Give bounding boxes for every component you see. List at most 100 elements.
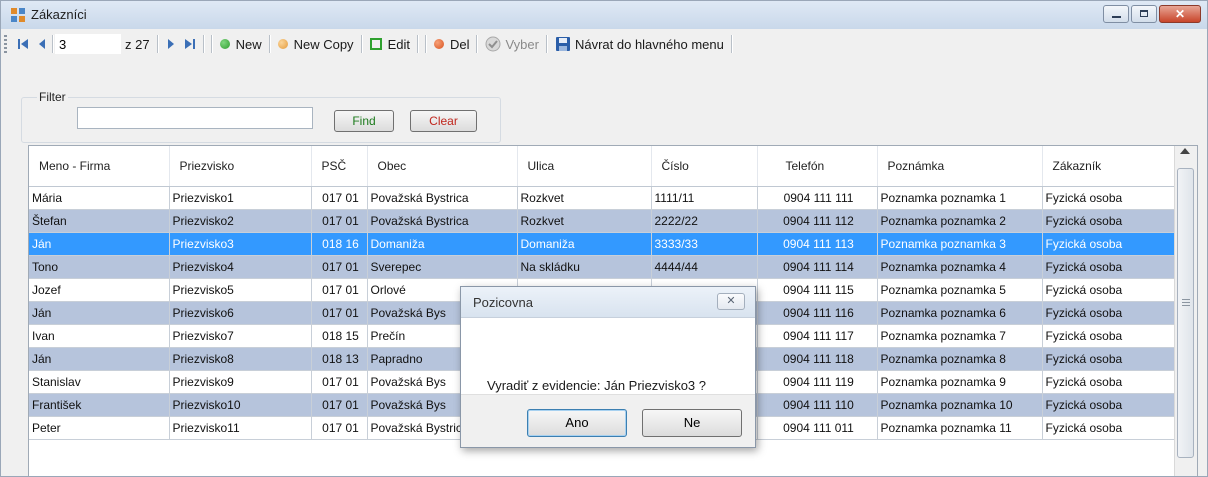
- cell-note[interactable]: Poznamka poznamka 8: [877, 347, 1043, 371]
- new-button[interactable]: New: [216, 33, 266, 55]
- cell-surname[interactable]: Priezvisko3: [169, 232, 312, 256]
- cell-surname[interactable]: Priezvisko9: [169, 370, 312, 394]
- cell-phone[interactable]: 0904 111 116: [757, 301, 878, 325]
- title-bar[interactable]: Zákazníci ✕: [1, 1, 1207, 29]
- cell-note[interactable]: Poznamka poznamka 6: [877, 301, 1043, 325]
- cell-phone[interactable]: 0904 111 117: [757, 324, 878, 348]
- cell-first-name[interactable]: František: [29, 393, 170, 417]
- cell-zip[interactable]: 017 01: [311, 278, 368, 302]
- cell-phone[interactable]: 0904 111 111: [757, 186, 878, 210]
- cell-number[interactable]: 3333/33: [651, 232, 758, 256]
- cell-first-name[interactable]: Ivan: [29, 324, 170, 348]
- cell-customer-type[interactable]: Fyzická osoba: [1042, 324, 1176, 348]
- cell-street[interactable]: Rozkvet: [517, 186, 652, 210]
- column-header[interactable]: PSČ: [311, 146, 368, 187]
- cell-first-name[interactable]: Ján: [29, 232, 170, 256]
- column-header[interactable]: Poznámka: [877, 146, 1043, 187]
- select-button[interactable]: Vyber: [481, 33, 542, 55]
- table-row[interactable]: Tono Priezvisko4 017 01 Sverepec Na skládku 4…: [29, 255, 1176, 279]
- cell-zip[interactable]: 017 01: [311, 301, 368, 325]
- minimize-button[interactable]: [1103, 5, 1129, 23]
- cell-street[interactable]: Domaniža: [517, 232, 652, 256]
- cell-surname[interactable]: Priezvisko10: [169, 393, 312, 417]
- cell-phone[interactable]: 0904 111 113: [757, 232, 878, 256]
- cell-note[interactable]: Poznamka poznamka 9: [877, 370, 1043, 394]
- delete-button[interactable]: Del: [430, 33, 474, 55]
- toolbar-grip[interactable]: [4, 35, 7, 53]
- close-button[interactable]: ✕: [1159, 5, 1201, 23]
- cell-street[interactable]: Na skládku: [517, 255, 652, 279]
- cell-first-name[interactable]: Ján: [29, 301, 170, 325]
- filter-input[interactable]: [77, 107, 313, 129]
- cell-note[interactable]: Poznamka poznamka 10: [877, 393, 1043, 417]
- dialog-close-button[interactable]: ✕: [717, 293, 745, 310]
- cell-surname[interactable]: Priezvisko11: [169, 416, 312, 440]
- cell-first-name[interactable]: Mária: [29, 186, 170, 210]
- cell-first-name[interactable]: Ján: [29, 347, 170, 371]
- cell-customer-type[interactable]: Fyzická osoba: [1042, 301, 1176, 325]
- find-button[interactable]: Find: [334, 110, 394, 132]
- cell-customer-type[interactable]: Fyzická osoba: [1042, 370, 1176, 394]
- move-last-button[interactable]: [180, 33, 200, 55]
- back-to-menu-button[interactable]: Návrat do hlavného menu: [551, 33, 728, 55]
- scroll-up-icon[interactable]: [1180, 148, 1190, 154]
- cell-city[interactable]: Považská Bystrica: [367, 209, 518, 233]
- column-header[interactable]: Priezvisko: [169, 146, 312, 187]
- cell-first-name[interactable]: Peter: [29, 416, 170, 440]
- cell-surname[interactable]: Priezvisko1: [169, 186, 312, 210]
- no-button[interactable]: Ne: [642, 409, 742, 437]
- cell-street[interactable]: Rozkvet: [517, 209, 652, 233]
- cell-phone[interactable]: 0904 111 112: [757, 209, 878, 233]
- cell-zip[interactable]: 017 01: [311, 370, 368, 394]
- cell-phone[interactable]: 0904 111 119: [757, 370, 878, 394]
- cell-phone[interactable]: 0904 111 114: [757, 255, 878, 279]
- cell-surname[interactable]: Priezvisko7: [169, 324, 312, 348]
- cell-zip[interactable]: 017 01: [311, 186, 368, 210]
- cell-phone[interactable]: 0904 111 115: [757, 278, 878, 302]
- cell-zip[interactable]: 017 01: [311, 416, 368, 440]
- column-header[interactable]: Telefón: [757, 146, 878, 187]
- cell-city[interactable]: Považská Bystrica: [367, 186, 518, 210]
- cell-zip[interactable]: 017 01: [311, 255, 368, 279]
- clear-button[interactable]: Clear: [410, 110, 477, 132]
- cell-surname[interactable]: Priezvisko6: [169, 301, 312, 325]
- column-header[interactable]: Ulica: [517, 146, 652, 187]
- cell-number[interactable]: 1111/11: [651, 186, 758, 210]
- table-row[interactable]: Štefan Priezvisko2 017 01 Považská Bystrica…: [29, 209, 1176, 233]
- scrollbar-thumb[interactable]: [1177, 168, 1194, 458]
- column-header[interactable]: Obec: [367, 146, 518, 187]
- cell-first-name[interactable]: Štefan: [29, 209, 170, 233]
- cell-note[interactable]: Poznamka poznamka 5: [877, 278, 1043, 302]
- cell-phone[interactable]: 0904 111 110: [757, 393, 878, 417]
- cell-surname[interactable]: Priezvisko4: [169, 255, 312, 279]
- cell-customer-type[interactable]: Fyzická osoba: [1042, 232, 1176, 256]
- cell-note[interactable]: Poznamka poznamka 7: [877, 324, 1043, 348]
- cell-customer-type[interactable]: Fyzická osoba: [1042, 347, 1176, 371]
- cell-note[interactable]: Poznamka poznamka 4: [877, 255, 1043, 279]
- cell-customer-type[interactable]: Fyzická osoba: [1042, 186, 1176, 210]
- yes-button[interactable]: Ano: [527, 409, 627, 437]
- cell-phone[interactable]: 0904 111 118: [757, 347, 878, 371]
- cell-note[interactable]: Poznamka poznamka 11: [877, 416, 1043, 440]
- cell-number[interactable]: 4444/44: [651, 255, 758, 279]
- cell-city[interactable]: Domaniža: [367, 232, 518, 256]
- cell-surname[interactable]: Priezvisko8: [169, 347, 312, 371]
- cell-zip[interactable]: 017 01: [311, 393, 368, 417]
- cell-customer-type[interactable]: Fyzická osoba: [1042, 278, 1176, 302]
- cell-number[interactable]: 2222/22: [651, 209, 758, 233]
- cell-surname[interactable]: Priezvisko5: [169, 278, 312, 302]
- cell-first-name[interactable]: Stanislav: [29, 370, 170, 394]
- cell-customer-type[interactable]: Fyzická osoba: [1042, 255, 1176, 279]
- cell-phone[interactable]: 0904 111 011: [757, 416, 878, 440]
- cell-customer-type[interactable]: Fyzická osoba: [1042, 209, 1176, 233]
- table-row[interactable]: Mária Priezvisko1 017 01 Považská Bystrica R…: [29, 186, 1176, 210]
- cell-note[interactable]: Poznamka poznamka 3: [877, 232, 1043, 256]
- vertical-scrollbar[interactable]: [1174, 146, 1197, 476]
- move-previous-button[interactable]: [33, 33, 51, 55]
- move-first-button[interactable]: [13, 33, 33, 55]
- move-next-button[interactable]: [162, 33, 180, 55]
- column-header[interactable]: Zákazník: [1042, 146, 1176, 187]
- new-copy-button[interactable]: New Copy: [274, 33, 358, 55]
- cell-first-name[interactable]: Jozef: [29, 278, 170, 302]
- cell-customer-type[interactable]: Fyzická osoba: [1042, 393, 1176, 417]
